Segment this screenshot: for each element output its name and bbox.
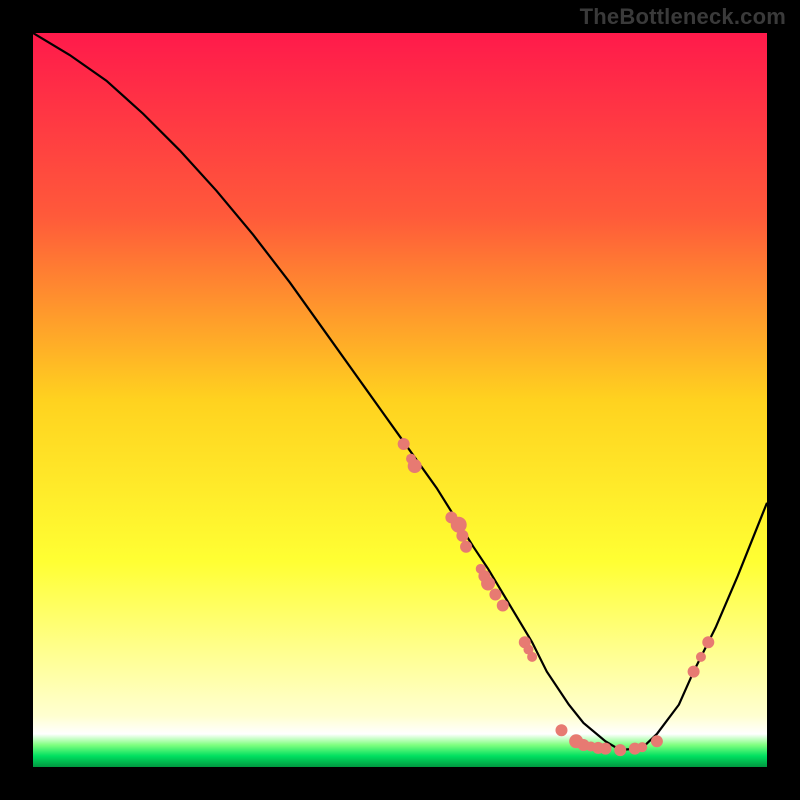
scatter-point: [637, 742, 647, 752]
scatter-point: [614, 744, 626, 756]
scatter-point: [696, 652, 706, 662]
scatter-point: [600, 743, 612, 755]
scatter-point: [702, 636, 714, 648]
scatter-point: [456, 530, 468, 542]
plot-background: [33, 33, 767, 767]
scatter-point: [489, 589, 501, 601]
scatter-point: [651, 735, 663, 747]
scatter-point: [688, 666, 700, 678]
scatter-point: [481, 577, 495, 591]
scatter-point: [555, 724, 567, 736]
scatter-point: [408, 459, 422, 473]
chart-container: TheBottleneck.com: [0, 0, 800, 800]
scatter-point: [398, 438, 410, 450]
bottleneck-chart: [0, 0, 800, 800]
scatter-point: [497, 600, 509, 612]
scatter-point: [527, 652, 537, 662]
scatter-point: [460, 541, 472, 553]
